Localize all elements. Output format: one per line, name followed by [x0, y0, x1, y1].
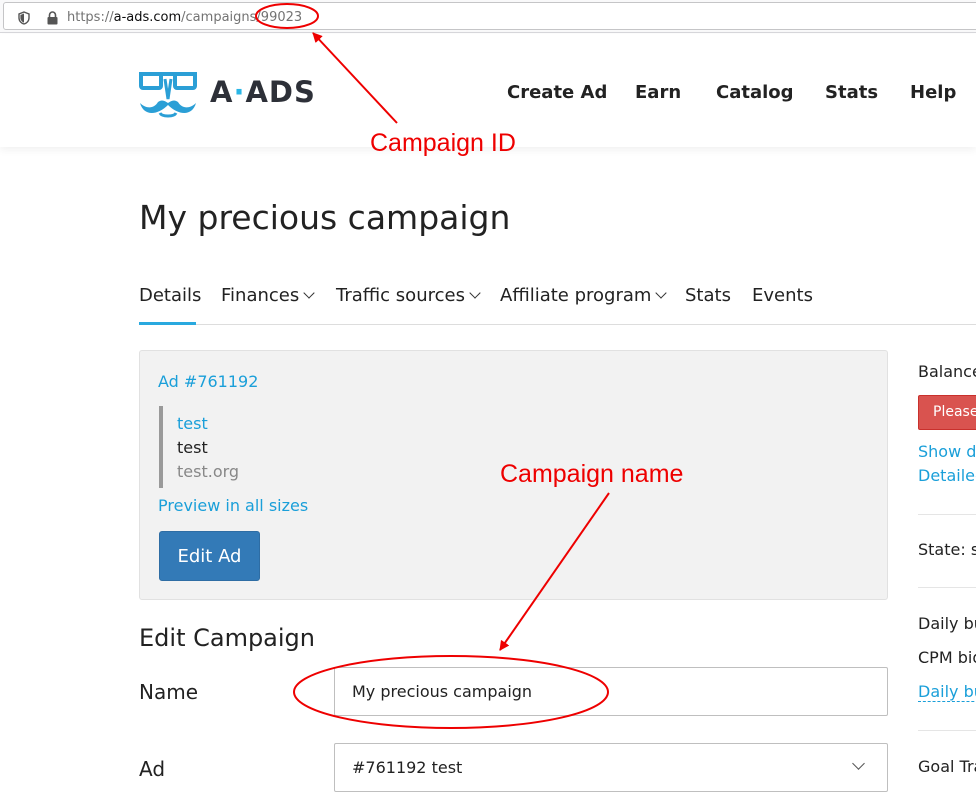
state-text: State: st	[918, 540, 976, 559]
please-button[interactable]: Please	[918, 395, 976, 430]
preview-all-sizes-link[interactable]: Preview in all sizes	[158, 496, 308, 515]
ad-select-value: #761192 test	[352, 758, 463, 777]
nav-stats[interactable]: Stats	[825, 82, 878, 103]
tab-traffic-sources[interactable]: Traffic sources	[336, 285, 481, 306]
sidebar-divider	[918, 514, 976, 515]
goal-tracking-text: Goal Tra	[918, 757, 976, 776]
cpm-bid-text: CPM bid	[918, 648, 976, 667]
campaign-name-input[interactable]: My precious campaign	[334, 667, 888, 716]
tabs-divider	[139, 324, 976, 325]
tab-affiliate-program[interactable]: Affiliate program	[500, 285, 668, 306]
tab-label: Affiliate program	[500, 285, 652, 306]
ad-text: test	[177, 438, 208, 457]
chevron-down-icon	[852, 757, 865, 770]
chevron-down-icon	[303, 287, 315, 299]
nav-earn[interactable]: Earn	[635, 82, 681, 103]
detailed-link[interactable]: Detailed	[918, 466, 976, 485]
page-title: My precious campaign	[139, 198, 511, 237]
tab-label: Details	[139, 285, 202, 306]
chevron-down-icon	[469, 287, 481, 299]
browser-toolbar: https://a-ads.com/campaigns/99023	[0, 0, 976, 33]
tab-events[interactable]: Events	[752, 285, 813, 306]
tab-label: Stats	[685, 285, 731, 306]
address-bar[interactable]: https://a-ads.com/campaigns/99023	[3, 2, 976, 30]
daily-budget-text: Daily bu	[918, 614, 976, 633]
campaign-name-value: My precious campaign	[352, 682, 533, 701]
brand-ads: ADS	[245, 75, 316, 109]
sidebar-divider	[918, 587, 976, 588]
tab-label: Events	[752, 285, 813, 306]
brand-name[interactable]: A·ADS	[210, 75, 316, 109]
tab-label: Traffic sources	[336, 285, 465, 306]
brand-dot: ·	[233, 75, 246, 109]
brand-a: A	[210, 75, 234, 109]
lock-icon[interactable]	[46, 11, 59, 25]
ad-label: Ad	[139, 757, 166, 781]
ad-select[interactable]: #761192 test	[334, 743, 888, 792]
ad-title-link[interactable]: test	[177, 414, 208, 433]
url-text: https://a-ads.com/campaigns/99023	[67, 10, 302, 25]
mustache-glasses-logo-icon[interactable]	[138, 69, 198, 119]
url-campaign-id: 99023	[260, 10, 303, 25]
tab-finances[interactable]: Finances	[221, 285, 315, 306]
campaign-name-annotation: Campaign name	[500, 460, 684, 488]
url-path: /campaigns/	[181, 10, 261, 25]
ad-quote-bar	[159, 406, 163, 488]
active-tab-indicator	[139, 322, 196, 325]
url-scheme: https://	[67, 10, 114, 25]
campaign-id-annotation: Campaign ID	[370, 129, 516, 157]
ad-domain: test.org	[177, 462, 240, 481]
ad-id-link[interactable]: Ad #761192	[158, 372, 258, 391]
url-host: a-ads.com	[113, 10, 182, 25]
daily-budget-link[interactable]: Daily bu	[918, 682, 976, 702]
name-label: Name	[139, 680, 199, 704]
show-details-link[interactable]: Show de	[918, 442, 976, 461]
sidebar-divider	[918, 730, 976, 731]
edit-campaign-heading: Edit Campaign	[139, 624, 316, 652]
nav-catalog[interactable]: Catalog	[716, 82, 794, 103]
edit-ad-button[interactable]: Edit Ad	[159, 531, 260, 581]
chevron-down-icon	[655, 287, 668, 299]
shield-icon[interactable]	[18, 11, 30, 25]
tab-details[interactable]: Details	[139, 285, 201, 306]
tab-stats[interactable]: Stats	[685, 285, 731, 306]
tab-label: Finances	[221, 285, 300, 306]
nav-help[interactable]: Help	[910, 82, 956, 103]
nav-create-ad[interactable]: Create Ad	[507, 82, 607, 103]
balance-label: Balance	[918, 362, 976, 381]
